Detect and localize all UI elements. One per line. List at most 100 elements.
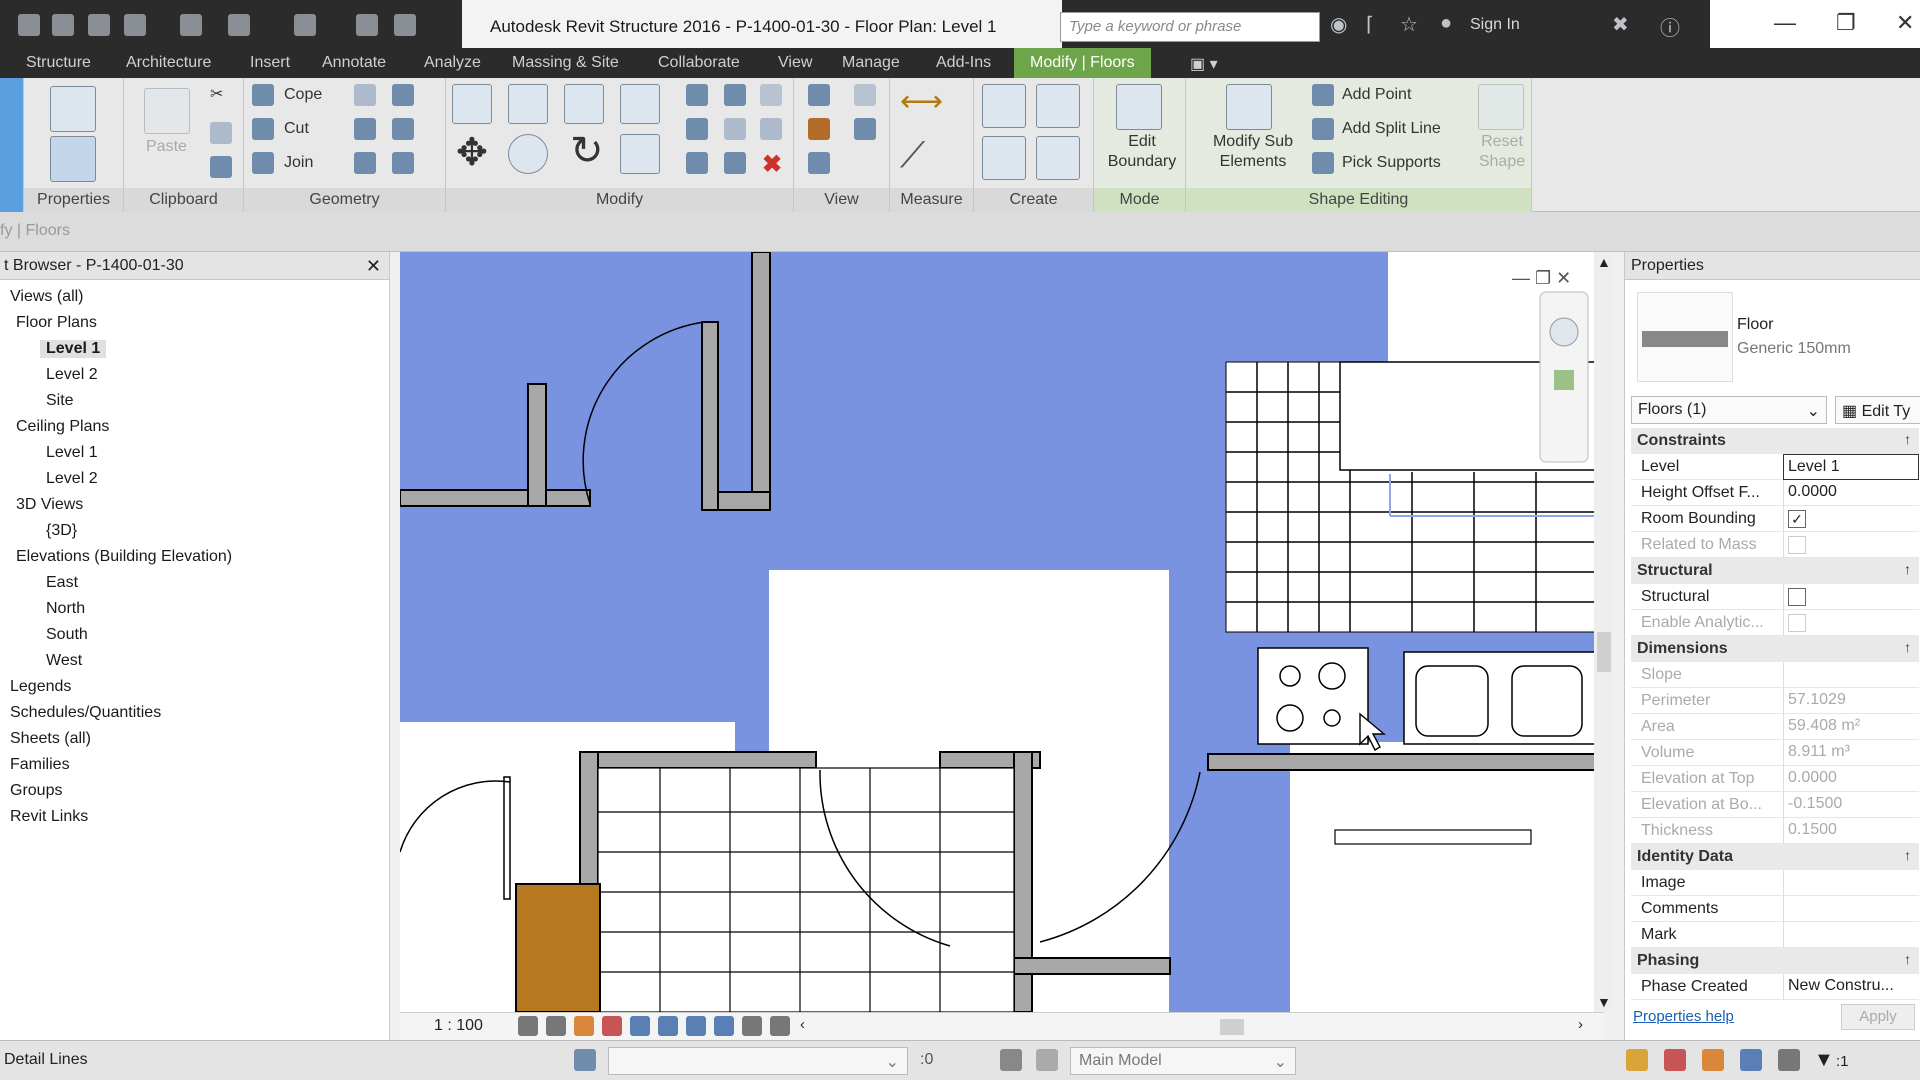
type-properties-icon[interactable] [50,86,96,132]
mirror-axis-icon[interactable] [564,84,604,124]
height-offset-field[interactable]: 0.0000 [1783,480,1919,506]
select-links-icon[interactable] [1626,1049,1648,1071]
group-dimensions[interactable]: Dimensions [1631,636,1919,662]
demolish-icon[interactable] [392,152,414,174]
cope-icon[interactable] [252,84,274,106]
comments-field[interactable] [1783,896,1919,922]
override-graphics-icon[interactable] [854,84,876,106]
trim-single-icon[interactable] [686,152,708,174]
dimension-icon[interactable]: ⟋ [900,134,925,177]
tree-elevation-west[interactable]: West [46,652,82,670]
design-options-icon[interactable] [1000,1049,1022,1071]
measure-icon[interactable] [356,14,378,36]
filter-icon[interactable]: ▼ [1814,1049,1834,1072]
reveal-hidden-icon[interactable] [742,1016,762,1036]
tree-views-all[interactable]: Views (all) [10,288,84,306]
scroll-right-icon[interactable]: › [1578,1016,1583,1033]
edit-boundary-button[interactable]: Edit Boundary [1102,132,1182,172]
tree-3d-default[interactable]: {3D} [46,522,77,540]
add-point-icon[interactable] [1312,84,1334,106]
tree-floor-plans[interactable]: Floor Plans [16,314,97,332]
detail-level-icon[interactable] [518,1016,538,1036]
pick-supports-icon[interactable] [1312,152,1334,174]
reset-shape-button[interactable]: Reset Shape [1476,132,1528,172]
close-icon[interactable]: ✕ [1896,10,1914,36]
tree-families[interactable]: Families [10,756,70,774]
line-style-icon[interactable] [854,118,876,140]
tab-manage[interactable]: Manage [842,54,900,72]
level-field[interactable]: Level 1 [1783,454,1919,480]
select-by-face-icon[interactable] [1740,1049,1762,1071]
drawing-area[interactable]: — ❐ ✕ [400,252,1604,1012]
instance-filter-select[interactable]: Floors (1) ⌄ [1631,396,1827,424]
drag-elements-icon[interactable] [1778,1049,1800,1071]
scroll-down-icon[interactable]: ▼ [1597,994,1611,1010]
group-structural[interactable]: Structural [1631,558,1919,584]
modify-sub-elements-button[interactable]: Modify Sub Elements [1190,132,1316,172]
tree-elevation-east[interactable]: East [46,574,78,592]
sync-icon[interactable] [124,14,146,36]
properties-help-link[interactable]: Properties help [1633,1008,1734,1025]
tab-view[interactable]: View [778,54,812,72]
copy-element-icon[interactable] [508,134,548,174]
structural-column[interactable] [515,883,601,1012]
create-assembly-icon[interactable] [982,84,1026,128]
edit-boundary-icon[interactable] [1116,84,1162,130]
rotate-icon[interactable]: ↻ [570,128,604,174]
tree-floor-plan-site[interactable]: Site [46,392,74,410]
tree-schedules[interactable]: Schedules/Quantities [10,704,161,722]
pin-icon[interactable] [760,118,782,140]
add-point-button[interactable]: Add Point [1342,86,1411,104]
join-button[interactable]: Join [284,154,313,172]
mirror-draw-icon[interactable] [620,84,660,124]
paint-icon[interactable] [392,118,414,140]
scale-icon[interactable] [724,118,746,140]
app-menu-icon[interactable] [18,14,40,36]
array-icon[interactable] [686,118,708,140]
exchange-apps-icon[interactable]: ✖ [1612,12,1629,37]
create-similar-icon[interactable] [1036,136,1080,180]
split-face-icon[interactable] [392,84,414,106]
worksets-icon[interactable] [574,1049,596,1071]
redo-icon[interactable] [228,14,250,36]
favorites-star-icon[interactable]: ☆ [1400,12,1418,37]
tab-modify-floors[interactable]: Modify | Floors [1014,48,1151,78]
apply-button[interactable]: Apply [1841,1004,1915,1030]
trim-extend-icon[interactable] [620,134,660,174]
image-field[interactable] [1783,870,1919,896]
properties-icon[interactable] [50,136,96,182]
measure-distance-icon[interactable]: ⟷ [900,84,943,119]
cut-clipboard-icon[interactable]: ✂ [210,84,223,104]
tab-add-ins[interactable]: Add-Ins [936,54,991,72]
print-icon[interactable] [294,14,316,36]
search-input[interactable]: Type a keyword or phrase [1060,12,1320,42]
switch-windows-icon[interactable] [394,14,416,36]
tab-annotate[interactable]: Annotate [322,54,386,72]
split-gap-icon[interactable] [724,84,746,106]
tree-floor-plan-level-1[interactable]: Level 1 [40,340,107,358]
sun-path-icon[interactable] [574,1016,594,1036]
align-icon[interactable] [452,84,492,124]
cut-geometry-button[interactable]: Cut [284,120,309,138]
visual-style-icon[interactable] [546,1016,566,1036]
floor-plan-drawing[interactable]: — ❐ ✕ [400,252,1604,1012]
tab-structure[interactable]: Structure [26,54,91,72]
type-family[interactable]: Floor [1737,316,1773,334]
view-minimize-icon[interactable]: — ❐ ✕ [1512,268,1571,288]
linework-icon[interactable] [808,118,830,140]
sign-in-button[interactable]: Sign In [1470,16,1520,34]
ribbon-display-options-icon[interactable]: ▣ ▾ [1190,54,1218,74]
show-crop-icon[interactable] [658,1016,678,1036]
cut-geometry-icon[interactable] [252,118,274,140]
delete-icon[interactable]: ✖ [762,150,782,179]
tree-ceiling-level-2[interactable]: Level 2 [46,470,98,488]
undo-icon[interactable] [180,14,202,36]
beam-column-joins-icon[interactable] [354,118,376,140]
tree-elevation-south[interactable]: South [46,626,88,644]
exclude-options-icon[interactable] [1036,1049,1058,1071]
tree-elevation-north[interactable]: North [46,600,85,618]
tab-collaborate[interactable]: Collaborate [658,54,740,72]
tree-groups[interactable]: Groups [10,782,62,800]
analytical-model-icon[interactable] [770,1016,790,1036]
create-group-icon[interactable] [982,136,1026,180]
